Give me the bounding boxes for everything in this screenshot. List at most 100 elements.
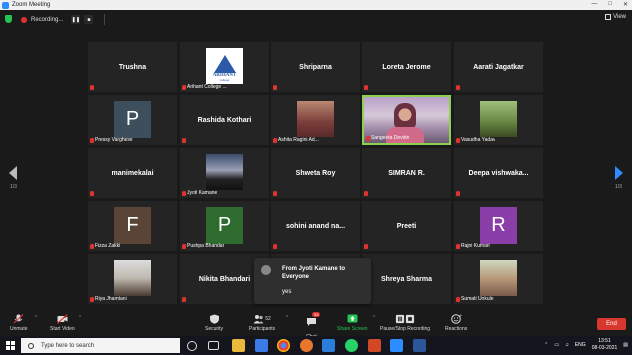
muted-mic-icon xyxy=(182,137,186,143)
unmute-button[interactable]: Unmute xyxy=(10,314,28,332)
volume-icon[interactable]: ♫ xyxy=(565,342,569,348)
participant-label: Ashita Ragini Ad... xyxy=(273,136,319,144)
language-indicator[interactable]: ENG xyxy=(575,342,586,348)
sender-avatar xyxy=(261,265,271,275)
participant-tile[interactable]: Rashida Kothari xyxy=(180,95,269,145)
participant-tile[interactable]: Preeti xyxy=(362,201,451,251)
zoom-taskbar-icon[interactable] xyxy=(390,339,403,352)
participant-label xyxy=(364,242,368,250)
participant-name: Shweta Roy xyxy=(295,169,336,177)
top-strip: Recording... ❚❚ ■ View xyxy=(0,10,632,29)
notifications-icon[interactable]: ▤ xyxy=(623,342,628,348)
powerpoint-icon[interactable] xyxy=(368,339,381,352)
participant-tile[interactable]: Sangeeta Devidn xyxy=(362,95,451,145)
participant-label-text: Pushpa Bhandar xyxy=(187,243,225,249)
participant-tile[interactable]: Ashita Ragini Ad... xyxy=(271,95,360,145)
security-button[interactable]: Security xyxy=(205,314,223,332)
cortana-icon[interactable] xyxy=(187,341,197,351)
chat-message: yes xyxy=(282,289,292,295)
audio-options-chevron-icon[interactable]: ⌃ xyxy=(34,315,38,321)
pause-recording-button[interactable]: ❚❚ xyxy=(71,15,81,24)
college-logo: ARIHANT college xyxy=(206,48,243,84)
window-title: Zoom Meeting xyxy=(12,2,51,8)
participant-tile[interactable]: Shriparna xyxy=(271,42,360,92)
participant-tile[interactable]: Deepa vishwaka... xyxy=(454,148,543,198)
muted-mic-icon xyxy=(366,135,370,141)
participant-tile[interactable]: Loreta Jerome xyxy=(362,42,451,92)
participants-icon xyxy=(253,315,264,324)
participant-label: Pressy Varghese xyxy=(90,136,133,144)
network-icon[interactable]: ▭ xyxy=(554,342,559,348)
video-options-chevron-icon[interactable]: ⌃ xyxy=(78,315,82,321)
muted-mic-icon xyxy=(90,84,94,90)
participant-tile[interactable]: Sumati Unkule xyxy=(454,254,543,304)
chat-notification-popup[interactable]: From Jyoti Kamane to Everyone yes xyxy=(254,258,371,304)
profile-photo xyxy=(480,260,517,296)
participant-tile[interactable]: ARIHANT college Arihant College ... xyxy=(180,42,269,92)
grid-icon xyxy=(605,14,612,20)
view-button[interactable]: View xyxy=(605,14,626,20)
participant-label xyxy=(273,83,277,91)
word-icon[interactable] xyxy=(413,339,426,352)
participant-tile[interactable]: Shweta Roy xyxy=(271,148,360,198)
page-indicator-right: 1/3 xyxy=(615,184,622,190)
start-video-button[interactable]: Start Video xyxy=(50,314,75,332)
participant-tile[interactable]: SIMRAN R. xyxy=(362,148,451,198)
participant-name: Trushna xyxy=(118,63,147,71)
firefox-icon[interactable] xyxy=(300,339,313,352)
task-view-icon[interactable] xyxy=(208,341,219,350)
participants-button[interactable]: 52 Participants xyxy=(249,314,275,332)
end-meeting-button[interactable]: End xyxy=(597,318,626,330)
participant-tile[interactable]: R Rajni Kumari xyxy=(454,201,543,251)
participant-tile[interactable]: Aarati Jagatkar xyxy=(454,42,543,92)
stop-recording-button[interactable]: ■ xyxy=(84,15,94,24)
taskbar-search-box[interactable]: Type here to search xyxy=(21,338,180,353)
start-video-label: Start Video xyxy=(50,326,75,332)
share-options-chevron-icon[interactable]: ⌃ xyxy=(372,315,376,321)
muted-mic-icon xyxy=(273,190,277,196)
participant-tile[interactable]: Jyoti Kamane xyxy=(180,148,269,198)
participant-tile[interactable]: F Fizza Zakki xyxy=(88,201,177,251)
participant-tile[interactable]: Vasudha Yadav xyxy=(454,95,543,145)
participant-tile[interactable]: P Pressy Varghese xyxy=(88,95,177,145)
muted-mic-icon xyxy=(456,137,460,143)
previous-page-icon[interactable] xyxy=(9,166,17,180)
share-screen-button[interactable]: Share Screen xyxy=(337,314,368,332)
participant-tile[interactable]: Shreya Sharma xyxy=(362,254,451,304)
whatsapp-icon[interactable] xyxy=(345,339,358,352)
system-tray: ⌃ ▭ ♫ ENG 13:51 08-03-2021 ▤ xyxy=(544,338,628,352)
profile-photo xyxy=(297,101,334,137)
store-icon[interactable] xyxy=(255,339,268,352)
chrome-icon[interactable] xyxy=(277,339,290,352)
photos-icon[interactable] xyxy=(322,339,335,352)
search-icon xyxy=(28,342,34,349)
tray-chevron-icon[interactable]: ⌃ xyxy=(544,342,548,348)
muted-mic-icon xyxy=(90,243,94,249)
participant-name: Shriparna xyxy=(299,63,332,71)
participant-tile[interactable]: sohini anand na... xyxy=(271,201,360,251)
maximize-icon[interactable]: □ xyxy=(608,1,612,8)
participant-tile[interactable]: manimekalai xyxy=(88,148,177,198)
close-icon[interactable]: ✕ xyxy=(623,1,628,8)
file-explorer-icon[interactable] xyxy=(232,339,245,352)
participant-label-text: Ashita Ragini Ad... xyxy=(278,137,319,143)
logo-subtext: college xyxy=(219,78,230,82)
windows-start-icon[interactable] xyxy=(6,341,15,350)
minimize-icon[interactable]: — xyxy=(591,1,597,8)
reactions-button[interactable]: + Reactions xyxy=(445,314,467,332)
participant-tile[interactable]: Riya Jhamtani xyxy=(88,254,177,304)
participant-tile[interactable]: Trushna xyxy=(88,42,177,92)
clock[interactable]: 13:51 08-03-2021 xyxy=(592,338,618,352)
security-shield-icon xyxy=(209,314,219,324)
participants-options-chevron-icon[interactable]: ⌃ xyxy=(285,315,289,321)
unmute-label: Unmute xyxy=(10,326,28,332)
participant-tile[interactable]: P Pushpa Bhandar xyxy=(180,201,269,251)
reactions-smiley-icon: + xyxy=(450,314,462,324)
participant-name: Rashida Kothari xyxy=(197,116,252,124)
pause-stop-recording-button[interactable]: Pause/Stop Recording xyxy=(380,314,430,332)
participant-label-text: Riya Jhamtani xyxy=(95,296,127,302)
participant-label xyxy=(90,189,94,197)
chat-unread-badge: 33 xyxy=(312,312,321,317)
next-page-icon[interactable] xyxy=(615,166,623,180)
shield-icon[interactable] xyxy=(5,15,12,23)
